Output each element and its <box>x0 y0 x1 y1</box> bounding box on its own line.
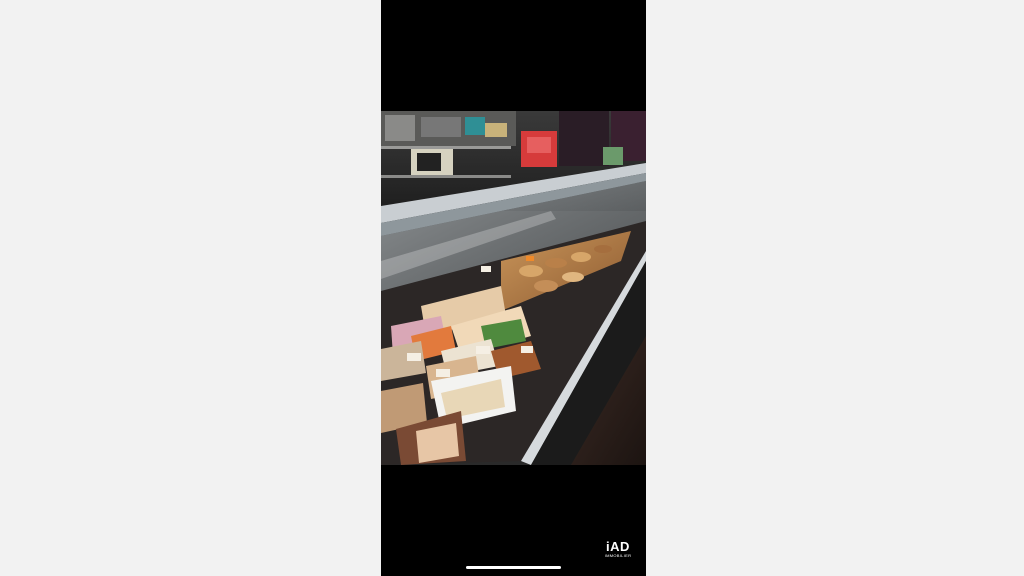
watermark-subtext: IMMOBILIER <box>604 553 632 558</box>
deli-counter-illustration <box>381 111 646 465</box>
watermark-logo: iAD <box>606 539 630 554</box>
home-indicator[interactable] <box>466 566 561 569</box>
deli-counter-photo <box>381 111 646 465</box>
teal-container <box>465 117 485 135</box>
iad-watermark: iAD IMMOBILIER <box>598 540 638 558</box>
phone-screen: iAD IMMOBILIER <box>381 0 646 576</box>
